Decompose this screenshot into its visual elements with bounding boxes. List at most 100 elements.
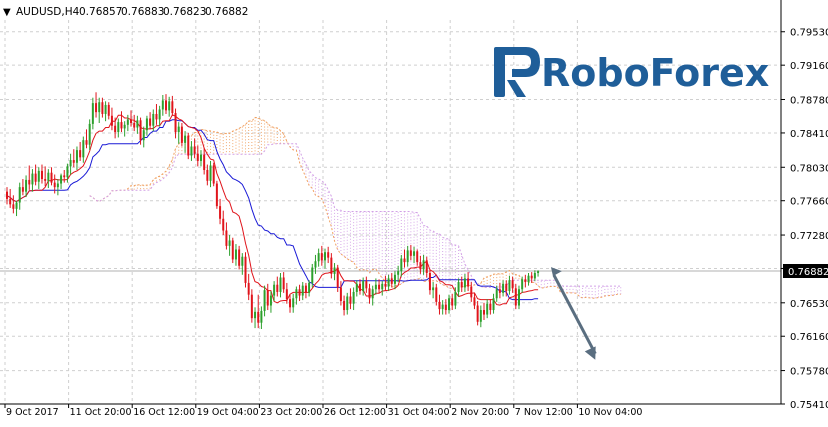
candle-body [139, 120, 142, 141]
candle-body [206, 169, 209, 181]
candle-body [339, 287, 342, 301]
candle-body [63, 175, 66, 178]
candle-body [145, 118, 148, 131]
candle-body [72, 160, 75, 163]
time-tick-label: 9 Oct 2017 [6, 407, 59, 418]
candle-body [21, 187, 24, 192]
current-price-marker: 0.76882 [783, 264, 828, 278]
candle-body [6, 191, 8, 199]
candle-body [40, 170, 43, 180]
symbol-label: AUDUSD,H4 [16, 6, 80, 18]
candle-body [257, 311, 260, 323]
candle-body [387, 278, 390, 287]
chart-svg: RoboForex ▼ AUDUSD,H4 0.76857 0.76883 0.… [0, 0, 828, 423]
candle-body [498, 289, 501, 293]
candle-body [400, 258, 403, 272]
time-tick-label: 10 Nov 04:00 [578, 407, 642, 418]
candle-body [435, 287, 438, 302]
candle-body [142, 130, 145, 141]
candle-body [419, 262, 422, 270]
candle-body [441, 304, 444, 310]
candle-body [537, 271, 540, 273]
chart-window: RoboForex ▼ AUDUSD,H4 0.76857 0.76883 0.… [0, 0, 828, 423]
candle-body [184, 135, 187, 143]
time-tick-label: 26 Oct 12:00 [324, 407, 386, 418]
candle-body [448, 298, 451, 311]
candle-body [250, 294, 253, 319]
candle-body [165, 100, 167, 111]
candle-body [428, 272, 431, 291]
time-tick-label: 31 Oct 04:00 [388, 407, 450, 418]
candle-body [247, 282, 250, 295]
candle-body [219, 206, 222, 219]
candle-body [82, 140, 85, 158]
dropdown-arrow-icon[interactable]: ▼ [3, 7, 11, 18]
candle-body [31, 173, 34, 185]
candle-body [479, 310, 482, 322]
candle-body [104, 104, 107, 114]
price-tick-label: 0.76530 [790, 299, 828, 310]
price-tick-label: 0.79160 [790, 61, 828, 72]
candle-body [378, 284, 381, 290]
time-tick-label: 19 Oct 04:00 [197, 407, 259, 418]
candle-body [508, 280, 511, 292]
candle-body [308, 282, 311, 293]
candle-body [514, 288, 517, 306]
candle-body [374, 284, 377, 290]
candle-body [193, 146, 196, 154]
candle-body [215, 183, 218, 207]
candle-body [406, 250, 409, 263]
candle-body [393, 274, 396, 284]
candle-body [298, 289, 301, 296]
candle-body [483, 310, 485, 315]
current-price-label: 0.76882 [788, 267, 828, 278]
candle-body [225, 230, 228, 246]
candle-body [158, 109, 161, 120]
candle-body [56, 183, 59, 188]
candle-body [425, 260, 428, 273]
price-tick-label: 0.75780 [790, 367, 828, 378]
candle-body [110, 115, 113, 126]
candle-body [9, 198, 12, 205]
price-tick-label: 0.78410 [790, 129, 828, 140]
candle-body [301, 285, 304, 296]
candle-body [231, 240, 234, 260]
candle-body [362, 281, 365, 292]
candle-body [228, 240, 231, 246]
candle-body [349, 296, 352, 304]
candle-body [314, 261, 317, 268]
candle-body [212, 165, 215, 184]
candle-body [241, 256, 244, 266]
candle-body [486, 303, 489, 315]
candle-body [114, 125, 117, 133]
candle-body [168, 101, 171, 111]
candle-body [47, 172, 50, 181]
candle-body [527, 275, 530, 283]
candle-body [492, 298, 495, 311]
candle-body [432, 287, 435, 291]
candle-body [304, 285, 307, 293]
candle-body [209, 165, 212, 181]
candle-body [320, 253, 323, 261]
candle-body [101, 102, 104, 114]
candle-body [149, 118, 152, 126]
time-tick-label: 7 Nov 12:00 [515, 407, 573, 418]
candle-body [266, 290, 269, 306]
candle-body [91, 103, 94, 124]
candle-body [279, 277, 282, 292]
candle-body [117, 122, 120, 133]
candle-body [25, 179, 28, 192]
candle-body [476, 305, 479, 322]
candle-body [85, 140, 88, 145]
candle-body [473, 297, 476, 306]
price-tick-label: 0.77280 [790, 231, 828, 242]
candle-body [511, 280, 514, 289]
candle-body [152, 113, 155, 126]
candle-body [187, 135, 190, 156]
candle-body [521, 279, 524, 290]
candle-body [295, 289, 298, 299]
candle-body [505, 283, 508, 292]
candle-body [190, 146, 193, 156]
candle-body [44, 179, 47, 181]
time-tick-label: 11 Oct 20:00 [70, 407, 132, 418]
